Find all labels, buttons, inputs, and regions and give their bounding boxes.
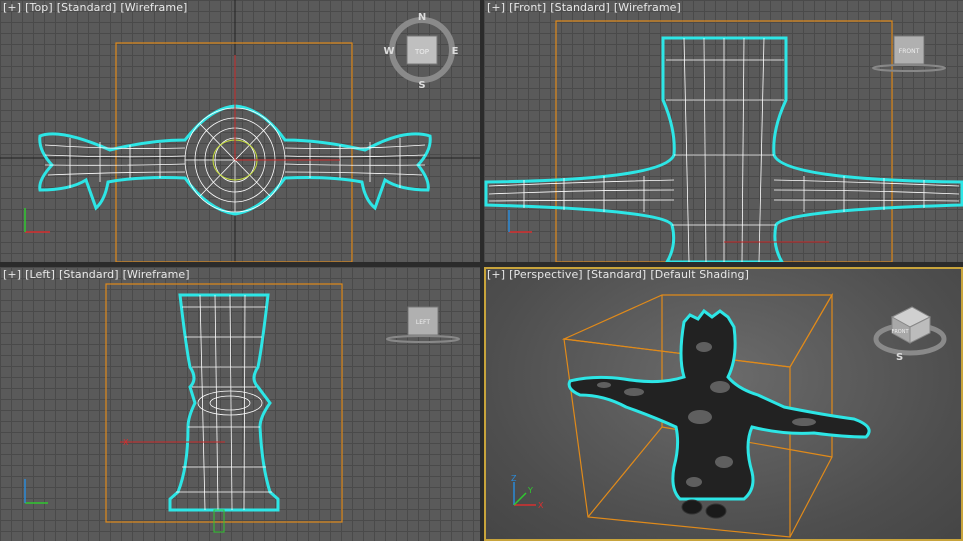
compass-east: E	[452, 46, 459, 57]
viewport-front[interactable]: FRONT [+] [Front] [Standard] [Wireframe]	[484, 0, 963, 262]
mode-menu[interactable]: [Standard]	[59, 268, 119, 281]
compass-north: N	[418, 12, 426, 23]
maximize-toggle[interactable]: [+]	[3, 268, 21, 281]
perspective-view-canvas: X Y Z FRONT S	[511, 292, 947, 538]
shading-menu[interactable]: [Default Shading]	[650, 268, 749, 281]
axis-x-label: X	[538, 501, 544, 510]
viewcube-label[interactable]: FRONT	[891, 329, 909, 335]
viewport-splitter-horizontal[interactable]	[0, 262, 963, 267]
viewport-splitter-vertical[interactable]	[480, 0, 484, 541]
top-view-canvas: TOP N S E W	[0, 0, 480, 262]
viewport-label-top[interactable]: [+] [Top] [Standard] [Wireframe]	[3, 1, 191, 14]
mesh-wireframe	[488, 37, 960, 262]
compass-west: W	[383, 46, 394, 57]
viewport-label-perspective[interactable]: [+] [Perspective] [Standard] [Default Shadi…	[487, 268, 753, 281]
mode-menu[interactable]: [Standard]	[587, 268, 647, 281]
maximize-toggle[interactable]: [+]	[3, 1, 21, 14]
viewport-perspective[interactable]: X Y Z FRONT S [+] [Perspective] [Standard]…	[484, 267, 963, 541]
pivot-z-handle	[213, 509, 225, 533]
viewport-label-left[interactable]: [+] [Left] [Standard] [Wireframe]	[3, 268, 194, 281]
shading-menu[interactable]: [Wireframe]	[123, 268, 190, 281]
axis-z-label: Z	[511, 474, 517, 483]
bounding-box	[115, 42, 353, 262]
view-menu[interactable]: [Perspective]	[509, 268, 583, 281]
mode-menu[interactable]: [Standard]	[550, 1, 610, 14]
compass-south: S	[418, 80, 425, 91]
shading-menu[interactable]: [Wireframe]	[614, 1, 681, 14]
maximize-toggle[interactable]: [+]	[487, 1, 505, 14]
viewcube-label[interactable]: LEFT	[416, 319, 430, 326]
view-menu[interactable]: [Top]	[25, 1, 53, 14]
mode-menu[interactable]: [Standard]	[57, 1, 117, 14]
maximize-toggle[interactable]: [+]	[487, 268, 505, 281]
left-view-canvas: X LEFT	[24, 283, 460, 533]
viewcube-label[interactable]: FRONT	[899, 48, 920, 55]
viewport-top[interactable]: TOP N S E W [+] [Top] [Standard] [Wireframe…	[0, 0, 480, 262]
viewport-left[interactable]: X LEFT [+] [Left] [Standard] [Wireframe]	[0, 267, 480, 541]
feet	[681, 499, 727, 519]
bounding-box	[105, 283, 343, 523]
view-menu[interactable]: [Front]	[509, 1, 546, 14]
viewcube-ring	[872, 64, 946, 72]
front-view-canvas: FRONT	[484, 20, 963, 262]
viewcube-label[interactable]: TOP	[414, 48, 429, 56]
mesh-wireframe	[176, 294, 272, 511]
pivot-x-label: X	[123, 438, 129, 447]
axis-y-label: Y	[527, 486, 533, 495]
viewcube-ring	[386, 335, 460, 343]
compass-south: S	[896, 352, 903, 363]
viewport-label-front[interactable]: [+] [Front] [Standard] [Wireframe]	[487, 1, 685, 14]
view-menu[interactable]: [Left]	[25, 268, 55, 281]
shading-menu[interactable]: [Wireframe]	[120, 1, 187, 14]
